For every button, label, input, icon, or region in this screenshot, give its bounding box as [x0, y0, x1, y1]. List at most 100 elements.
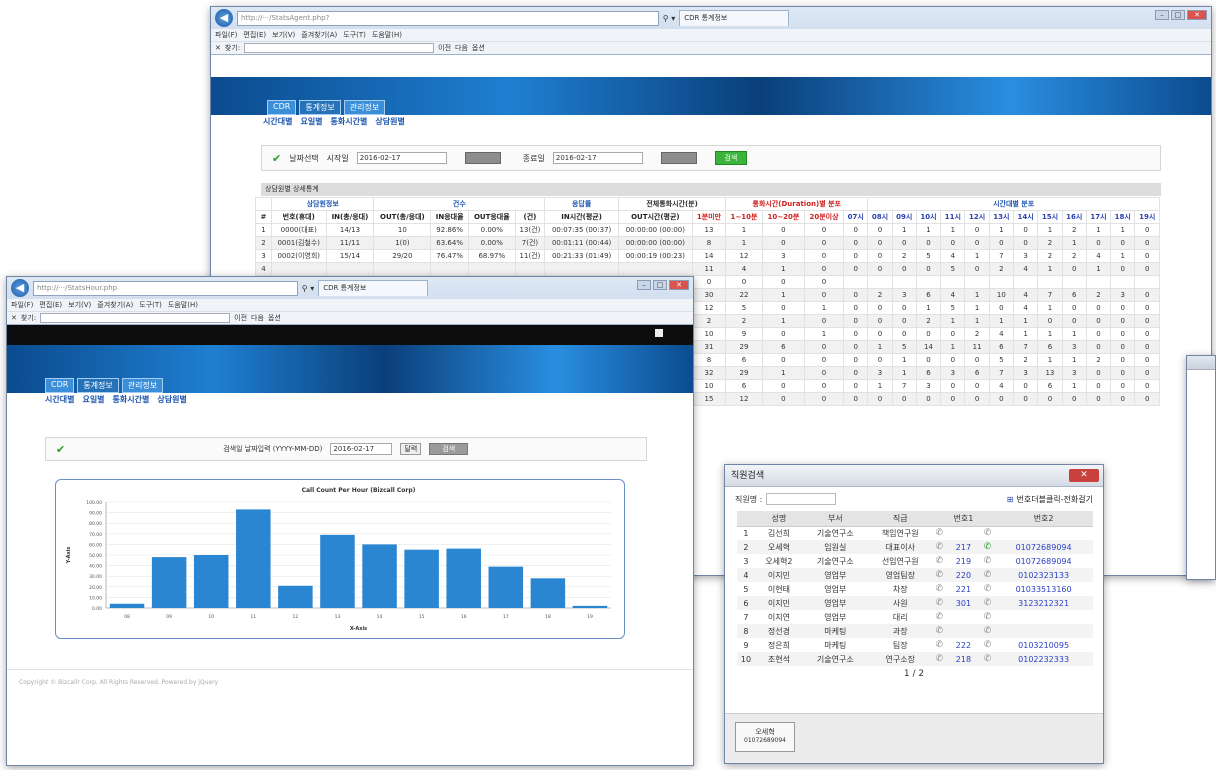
menu-item[interactable]: 편집(E): [39, 299, 62, 311]
staff-cell[interactable]: 0103210095: [994, 638, 1093, 652]
phone-icon[interactable]: ✆: [936, 626, 944, 636]
back-arrow-icon[interactable]: ◀: [11, 279, 29, 297]
subnav-duration[interactable]: 통화시간별: [331, 115, 368, 129]
staff-cell[interactable]: [994, 526, 1093, 540]
staff-row[interactable]: 3 오세혁2 기술연구소 선임연구원 ✆ 219 ✆ 01072689094: [737, 554, 1093, 568]
staff-cell[interactable]: 01033513160: [994, 582, 1093, 596]
phone-icon[interactable]: ✆: [936, 612, 944, 622]
phone-icon[interactable]: ✆: [936, 598, 944, 608]
staff-cell[interactable]: 3123212321: [994, 596, 1093, 610]
search-button[interactable]: 검색: [429, 443, 469, 455]
staff-row[interactable]: 10 조현석 기술연구소 연구소장 ✆ 218 ✆ 0102232333: [737, 652, 1093, 666]
maximize-icon[interactable]: □: [1171, 10, 1185, 20]
start-date-input[interactable]: 2016-02-17: [356, 152, 447, 164]
mobile-icon[interactable]: ✆: [984, 654, 992, 664]
table-row[interactable]: 4 11 4 1 0 0 0 0 0 5 0 2 4 1 0 1 0 0: [255, 262, 1160, 276]
subnav-weekday[interactable]: 요일별: [82, 393, 104, 407]
close-icon[interactable]: ✕: [1187, 10, 1207, 20]
menu-item[interactable]: 도움말(H): [168, 299, 198, 311]
end-calendar-button[interactable]: [660, 152, 697, 164]
subnav-agent[interactable]: 상담원별: [157, 393, 186, 407]
staff-cell[interactable]: [946, 610, 981, 624]
mobile-icon[interactable]: ✆: [984, 556, 992, 566]
menu-item[interactable]: 도구(T): [343, 29, 366, 41]
tab-cdr[interactable]: CDR: [45, 378, 75, 393]
mobile-icon[interactable]: ✆: [984, 626, 992, 636]
staff-row[interactable]: 1 김선희 기술연구소 책임연구원 ✆ ✆: [737, 526, 1093, 540]
find-next[interactable]: 다음: [455, 42, 468, 55]
menu-item[interactable]: 보기(V): [272, 29, 295, 41]
staff-cell[interactable]: 218: [945, 652, 981, 666]
menu-item[interactable]: 보기(V): [68, 299, 91, 311]
staff-cell[interactable]: 222: [946, 638, 981, 652]
tab-admin[interactable]: 관리정보: [121, 378, 164, 393]
staff-cell[interactable]: 0102232333: [994, 652, 1093, 666]
logout-icon[interactable]: [655, 329, 663, 337]
address-bar[interactable]: http://···/StatsHour.php: [33, 280, 298, 296]
staff-row[interactable]: 6 이지민 영업부 사원 ✆ 301 ✆ 3123212321: [737, 596, 1093, 610]
menu-item[interactable]: 편집(E): [243, 29, 266, 41]
staff-name-input[interactable]: [766, 493, 837, 505]
find-options[interactable]: 옵션: [268, 312, 281, 325]
search-button[interactable]: 검색: [714, 151, 747, 165]
mobile-icon[interactable]: ✆: [984, 570, 992, 580]
staff-cell[interactable]: [946, 526, 981, 540]
back-arrow-icon[interactable]: ◀: [215, 9, 233, 27]
mobile-icon[interactable]: ✆: [984, 598, 992, 608]
staff-cell[interactable]: 221: [946, 582, 981, 596]
menu-item[interactable]: 도구(T): [139, 299, 162, 311]
minimize-icon[interactable]: –: [637, 280, 651, 290]
phone-icon[interactable]: ✆: [936, 654, 944, 664]
phone-icon[interactable]: ✆: [936, 584, 944, 594]
find-next[interactable]: 다음: [251, 312, 264, 325]
close-find-icon[interactable]: ✕: [11, 312, 17, 325]
browser-tab[interactable]: CDR 통계정보: [679, 10, 790, 26]
tab-admin[interactable]: 관리정보: [343, 100, 386, 115]
subnav-hourly[interactable]: 시간대별: [263, 115, 292, 129]
table-row[interactable]: 2 0001(김철수) 11/11 1(0) 63.64% 0.00% 7(건) 00:01:…: [255, 236, 1160, 250]
phone-icon[interactable]: ✆: [936, 528, 944, 538]
browser-tab[interactable]: CDR 통계정보: [318, 280, 429, 296]
staff-cell[interactable]: 301: [945, 596, 981, 610]
subnav-agent[interactable]: 상담원별: [375, 115, 404, 129]
find-options[interactable]: 옵션: [472, 42, 485, 55]
menu-item[interactable]: 즐겨찾기(A): [97, 299, 133, 311]
staff-cell[interactable]: 219: [946, 554, 981, 568]
mobile-icon[interactable]: ✆: [984, 612, 992, 622]
pagination[interactable]: 1 / 2: [725, 669, 1103, 679]
close-icon[interactable]: ✕: [1069, 469, 1099, 482]
mobile-icon[interactable]: ✆: [984, 542, 992, 552]
maximize-icon[interactable]: □: [653, 280, 667, 290]
staff-row[interactable]: 9 정은희 마케팅 팀장 ✆ 222 ✆ 0103210095: [737, 638, 1093, 652]
phone-icon[interactable]: ✆: [936, 570, 944, 580]
address-bar[interactable]: http://···/StatsAgent.php?: [237, 10, 659, 26]
table-row[interactable]: 3 0002(이영희) 15/14 29/20 76.47% 68.97% 11(건) 00:…: [255, 249, 1160, 263]
selected-staff-button[interactable]: 오세혁 01072689094: [735, 722, 795, 752]
close-icon[interactable]: ✕: [669, 280, 689, 290]
start-calendar-button[interactable]: [464, 152, 501, 164]
menu-item[interactable]: 도움말(H): [372, 29, 402, 41]
find-prev[interactable]: 이전: [234, 312, 247, 325]
staff-cell[interactable]: [945, 624, 981, 638]
staff-row[interactable]: 7 이지연 영업부 대리 ✆ ✆: [737, 610, 1093, 624]
end-date-input[interactable]: 2016-02-17: [552, 152, 643, 164]
mobile-icon[interactable]: ✆: [984, 528, 992, 538]
mobile-icon[interactable]: ✆: [984, 584, 992, 594]
find-prev[interactable]: 이전: [438, 42, 451, 55]
staff-cell[interactable]: 220: [945, 568, 981, 582]
staff-row[interactable]: 8 정선경 마케팅 과장 ✆ ✆: [737, 624, 1093, 638]
staff-cell[interactable]: 217: [945, 540, 981, 554]
tab-cdr[interactable]: CDR: [267, 100, 297, 115]
close-find-icon[interactable]: ✕: [215, 42, 221, 55]
staff-row[interactable]: 5 이현태 영업부 차장 ✆ 221 ✆ 01033513160: [737, 582, 1093, 596]
menu-item[interactable]: 파일(F): [11, 299, 33, 311]
table-row[interactable]: 1 0000(대표) 14/13 10 92.86% 0.00% 13(건) 00:07:35…: [255, 223, 1160, 237]
tab-stats[interactable]: 통계정보: [299, 100, 341, 115]
subnav-weekday[interactable]: 요일별: [300, 115, 322, 129]
find-input[interactable]: [244, 43, 435, 53]
staff-cell[interactable]: [994, 610, 1093, 624]
staff-cell[interactable]: 0102323133: [994, 568, 1093, 582]
menu-item[interactable]: 즐겨찾기(A): [301, 29, 337, 41]
date-input[interactable]: 2016-02-17: [330, 443, 393, 455]
phone-icon[interactable]: ✆: [936, 542, 944, 552]
